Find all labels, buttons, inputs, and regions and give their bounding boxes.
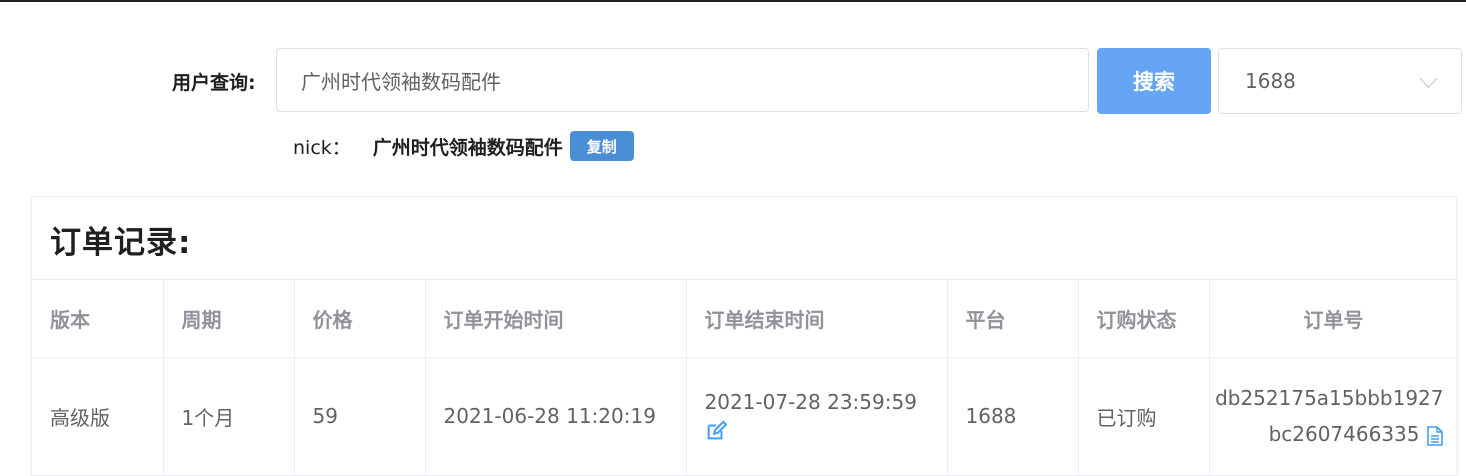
orders-table: 版本 周期 价格 订单开始时间 订单结束时间 平台 订购状态 订单号 高级版 1… (32, 280, 1459, 475)
order-no-line2: bc2607466335 (1268, 422, 1420, 447)
chevron-down-icon (1419, 68, 1438, 88)
column-header-period: 周期 (163, 280, 295, 358)
column-header-start-time: 订单开始时间 (425, 280, 687, 358)
cell-period: 1个月 (163, 357, 295, 475)
cell-order-no: db252175a15bbb1927 bc2607466335 (1209, 357, 1459, 475)
table-header-row: 版本 周期 价格 订单开始时间 订单结束时间 平台 订购状态 订单号 (32, 280, 1459, 358)
column-header-platform: 平台 (947, 280, 1079, 358)
platform-select[interactable]: 1688 (1218, 48, 1462, 114)
cell-price: 59 (294, 357, 426, 475)
end-time-text: 2021-07-28 23:59:59 (704, 390, 917, 415)
cell-version: 高级版 (32, 357, 164, 475)
column-header-end-time: 订单结束时间 (686, 280, 948, 358)
platform-select-value: 1688 (1245, 69, 1296, 93)
search-button[interactable]: 搜索 (1097, 48, 1211, 114)
order-records-panel: 订单记录: 版本 周期 价格 订单开始时间 订单结束时间 平台 订购状态 订单号… (31, 196, 1459, 476)
copy-button[interactable]: 复制 (569, 131, 634, 161)
nick-label: nick： (293, 136, 351, 159)
column-header-order-no: 订单号 (1209, 280, 1459, 358)
nick-value: 广州时代领袖数码配件 (372, 136, 563, 159)
cell-status: 已订购 (1078, 357, 1210, 475)
column-header-version: 版本 (32, 280, 164, 358)
column-header-price: 价格 (294, 280, 426, 358)
cell-end-time: 2021-07-28 23:59:59 (686, 357, 948, 475)
order-no-line1: db252175a15bbb1927 (1215, 386, 1444, 411)
table-row: 高级版 1个月 59 2021-06-28 11:20:19 2021-07-2… (32, 357, 1459, 475)
order-records-title: 订单记录: (50, 225, 192, 261)
user-query-label: 用户查询: (172, 72, 256, 94)
top-border (0, 0, 1466, 2)
user-query-input[interactable] (276, 48, 1089, 112)
cell-platform: 1688 (947, 357, 1079, 475)
edit-icon[interactable] (705, 420, 727, 442)
nick-row: nick： 广州时代领袖数码配件 复制 (293, 131, 634, 161)
column-header-status: 订购状态 (1078, 280, 1210, 358)
document-copy-icon[interactable] (1426, 425, 1444, 446)
cell-start-time: 2021-06-28 11:20:19 (425, 357, 687, 475)
